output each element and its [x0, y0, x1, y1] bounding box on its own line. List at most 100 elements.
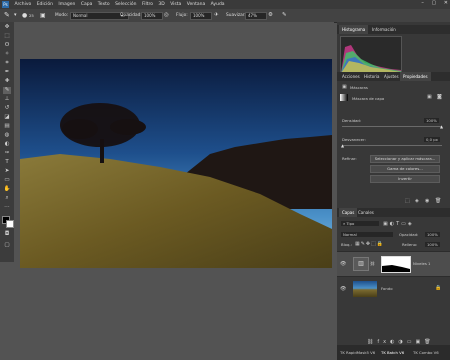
link-icon[interactable]: ⛓ — [370, 261, 375, 266]
invert-button[interactable]: Invertir — [370, 175, 440, 183]
minimize-button[interactable]: – — [421, 0, 424, 6]
menu-filtro[interactable]: Filtro — [142, 2, 153, 7]
density-value[interactable]: 100% — [424, 118, 439, 123]
blur-tool-icon[interactable]: ◍ — [3, 132, 11, 139]
hand-tool-icon[interactable]: ✋ — [3, 186, 11, 193]
quick-select-tool-icon[interactable]: ✧ — [3, 51, 11, 58]
eye-icon[interactable]: 👁 — [340, 286, 346, 292]
tab-tk-combo[interactable]: TK Combo V6 — [413, 350, 439, 355]
refine-label: Refinar: — [342, 156, 357, 161]
tab-adjustments[interactable]: Ajustes — [381, 72, 402, 81]
fill-value[interactable]: 100% — [425, 242, 440, 247]
type-tool-icon[interactable]: T — [3, 159, 11, 166]
pressure-opacity-icon[interactable]: ◎ — [164, 9, 169, 22]
dodge-tool-icon[interactable]: ◐ — [3, 141, 11, 148]
menu-imagen[interactable]: Imagen — [58, 2, 75, 7]
menu-3d[interactable]: 3D — [158, 2, 164, 7]
menu-seleccion[interactable]: Selección — [115, 2, 136, 7]
menu-vista[interactable]: Vista — [170, 2, 181, 7]
mask-thumbnail-icon — [340, 94, 348, 101]
edit-toolbar-icon[interactable]: ⋯ — [3, 204, 11, 211]
flow-input[interactable]: 100% — [190, 12, 212, 20]
opacity-label: Opacidad: — [120, 13, 142, 18]
add-vector-mask-icon[interactable]: ◙ — [437, 94, 442, 100]
menu-bar: Ps Archivo Edición Imagen Capa Texto Sel… — [0, 0, 450, 9]
layer-opacity-label: Opacidad: — [399, 232, 419, 237]
tab-tk-batch[interactable]: TK Batch V6 — [381, 350, 404, 355]
tab-channels[interactable]: Canales — [355, 208, 377, 217]
blend-mode-select[interactable]: Normal — [341, 232, 393, 237]
zoom-tool-icon[interactable]: ⌕ — [3, 195, 11, 202]
eye-icon[interactable]: 👁 — [340, 261, 346, 267]
menu-capa[interactable]: Capa — [81, 2, 93, 7]
shape-tool-icon[interactable]: ▭ — [3, 177, 11, 184]
layer-row[interactable]: 👁 Fondo 🔒 — [337, 276, 450, 301]
tab-histogram[interactable]: Histograma — [339, 25, 369, 34]
layer-mask-thumbnail[interactable] — [381, 256, 411, 273]
menu-ayuda[interactable]: Ayuda — [211, 2, 225, 7]
layer-filter-select[interactable]: ⌕ Tipo — [341, 221, 379, 226]
layer-row[interactable]: 👁 ▥ ⛓ Niveles 1 — [337, 251, 450, 276]
density-slider[interactable] — [342, 126, 442, 127]
menu-ventana[interactable]: Ventana — [187, 2, 205, 7]
maximize-button[interactable]: ▢ — [431, 0, 436, 6]
brush-preset-icon[interactable]: ● — [22, 9, 27, 22]
brush-panel-icon[interactable]: ▣ — [40, 9, 46, 22]
airbrush-icon[interactable]: ✈ — [214, 9, 219, 22]
gear-icon[interactable]: ⚙ — [268, 9, 273, 22]
tab-history[interactable]: Historia — [361, 72, 382, 81]
pen-tool-icon[interactable]: ✑ — [3, 150, 11, 157]
chevron-down-icon[interactable]: ▾ — [14, 9, 17, 22]
eyedropper-tool-icon[interactable]: ✒ — [3, 69, 11, 76]
menu-texto[interactable]: Texto — [98, 2, 110, 7]
layer-filter-icons[interactable]: ▣◐T▭◈ — [383, 221, 414, 227]
document-image[interactable] — [20, 59, 332, 268]
tab-tk-rapidmask[interactable]: TK RapidMask5 V6 — [340, 350, 375, 355]
close-button[interactable]: ✕ — [444, 0, 448, 6]
pressure-size-icon[interactable]: ✎ — [282, 9, 287, 22]
right-panel: Histograma Información Acciones Historia… — [337, 22, 450, 360]
brush-tool-icon[interactable]: ✎ — [3, 87, 11, 94]
lasso-tool-icon[interactable]: ʘ — [3, 42, 11, 49]
move-tool-icon[interactable]: ✥ — [3, 24, 11, 31]
opacity-input[interactable]: 100% — [141, 12, 163, 20]
marquee-tool-icon[interactable]: ⬚ — [3, 33, 11, 40]
gradient-tool-icon[interactable]: ▤ — [3, 123, 11, 130]
crop-tool-icon[interactable]: ⌗ — [3, 60, 11, 67]
tools-panel: ✥ ⬚ ʘ ✧ ⌗ ✒ ✚ ✎ ⊥ ↺ ◪ ▤ ◍ ◐ ✑ T ➤ ▭ ✋ ⌕ … — [0, 22, 14, 262]
menu-edicion[interactable]: Edición — [37, 2, 53, 7]
app-logo-icon: Ps — [2, 1, 9, 8]
select-and-mask-button[interactable]: Seleccionar y aplicar máscara... — [370, 155, 440, 163]
visibility-icon[interactable]: ◉ — [425, 198, 429, 204]
apply-mask-icon[interactable]: ◈ — [415, 198, 419, 204]
brush-tool-icon[interactable]: ✎ — [4, 9, 10, 22]
color-range-button[interactable]: Gama de colores... — [370, 165, 440, 173]
tab-info[interactable]: Información — [369, 25, 399, 34]
tab-properties[interactable]: Propiedades — [400, 72, 431, 81]
load-selection-icon[interactable]: ⬚ — [405, 198, 410, 204]
quick-mask-icon[interactable]: ◘ — [3, 231, 11, 238]
menu-archivo[interactable]: Archivo — [14, 2, 31, 7]
lock-icons[interactable]: ▦✎✥⬚🔒 — [355, 241, 384, 247]
layer-name[interactable]: Niveles 1 — [413, 261, 430, 266]
slider-handle-icon[interactable]: ▲ — [440, 124, 443, 129]
path-select-tool-icon[interactable]: ➤ — [3, 168, 11, 175]
layer-opacity-value[interactable]: 100% — [425, 232, 440, 237]
healing-tool-icon[interactable]: ✚ — [3, 78, 11, 85]
feather-value[interactable]: 0,0 px — [424, 137, 440, 142]
lock-icon: 🔒 — [435, 285, 442, 291]
screen-mode-icon[interactable]: ▢ — [3, 242, 11, 249]
add-pixel-mask-icon[interactable]: ▣ — [427, 94, 432, 100]
background-color-swatch[interactable] — [6, 220, 14, 228]
eraser-tool-icon[interactable]: ◪ — [3, 114, 11, 121]
slider-handle-icon[interactable]: ▲ — [341, 143, 344, 148]
smoothing-input[interactable]: 47% — [245, 12, 267, 20]
tab-actions[interactable]: Acciones — [339, 72, 363, 81]
feather-slider[interactable] — [342, 145, 442, 146]
trash-icon[interactable]: 🗑 — [435, 198, 441, 204]
options-bar: ✎ ▾ ● 25 ▣ Modo: Normal ▾ Opacidad: 100%… — [0, 9, 450, 23]
smoothing-label: Suavizar: — [226, 13, 246, 18]
history-brush-tool-icon[interactable]: ↺ — [3, 105, 11, 112]
layer-name[interactable]: Fondo — [381, 286, 393, 291]
clone-stamp-tool-icon[interactable]: ⊥ — [3, 96, 11, 103]
